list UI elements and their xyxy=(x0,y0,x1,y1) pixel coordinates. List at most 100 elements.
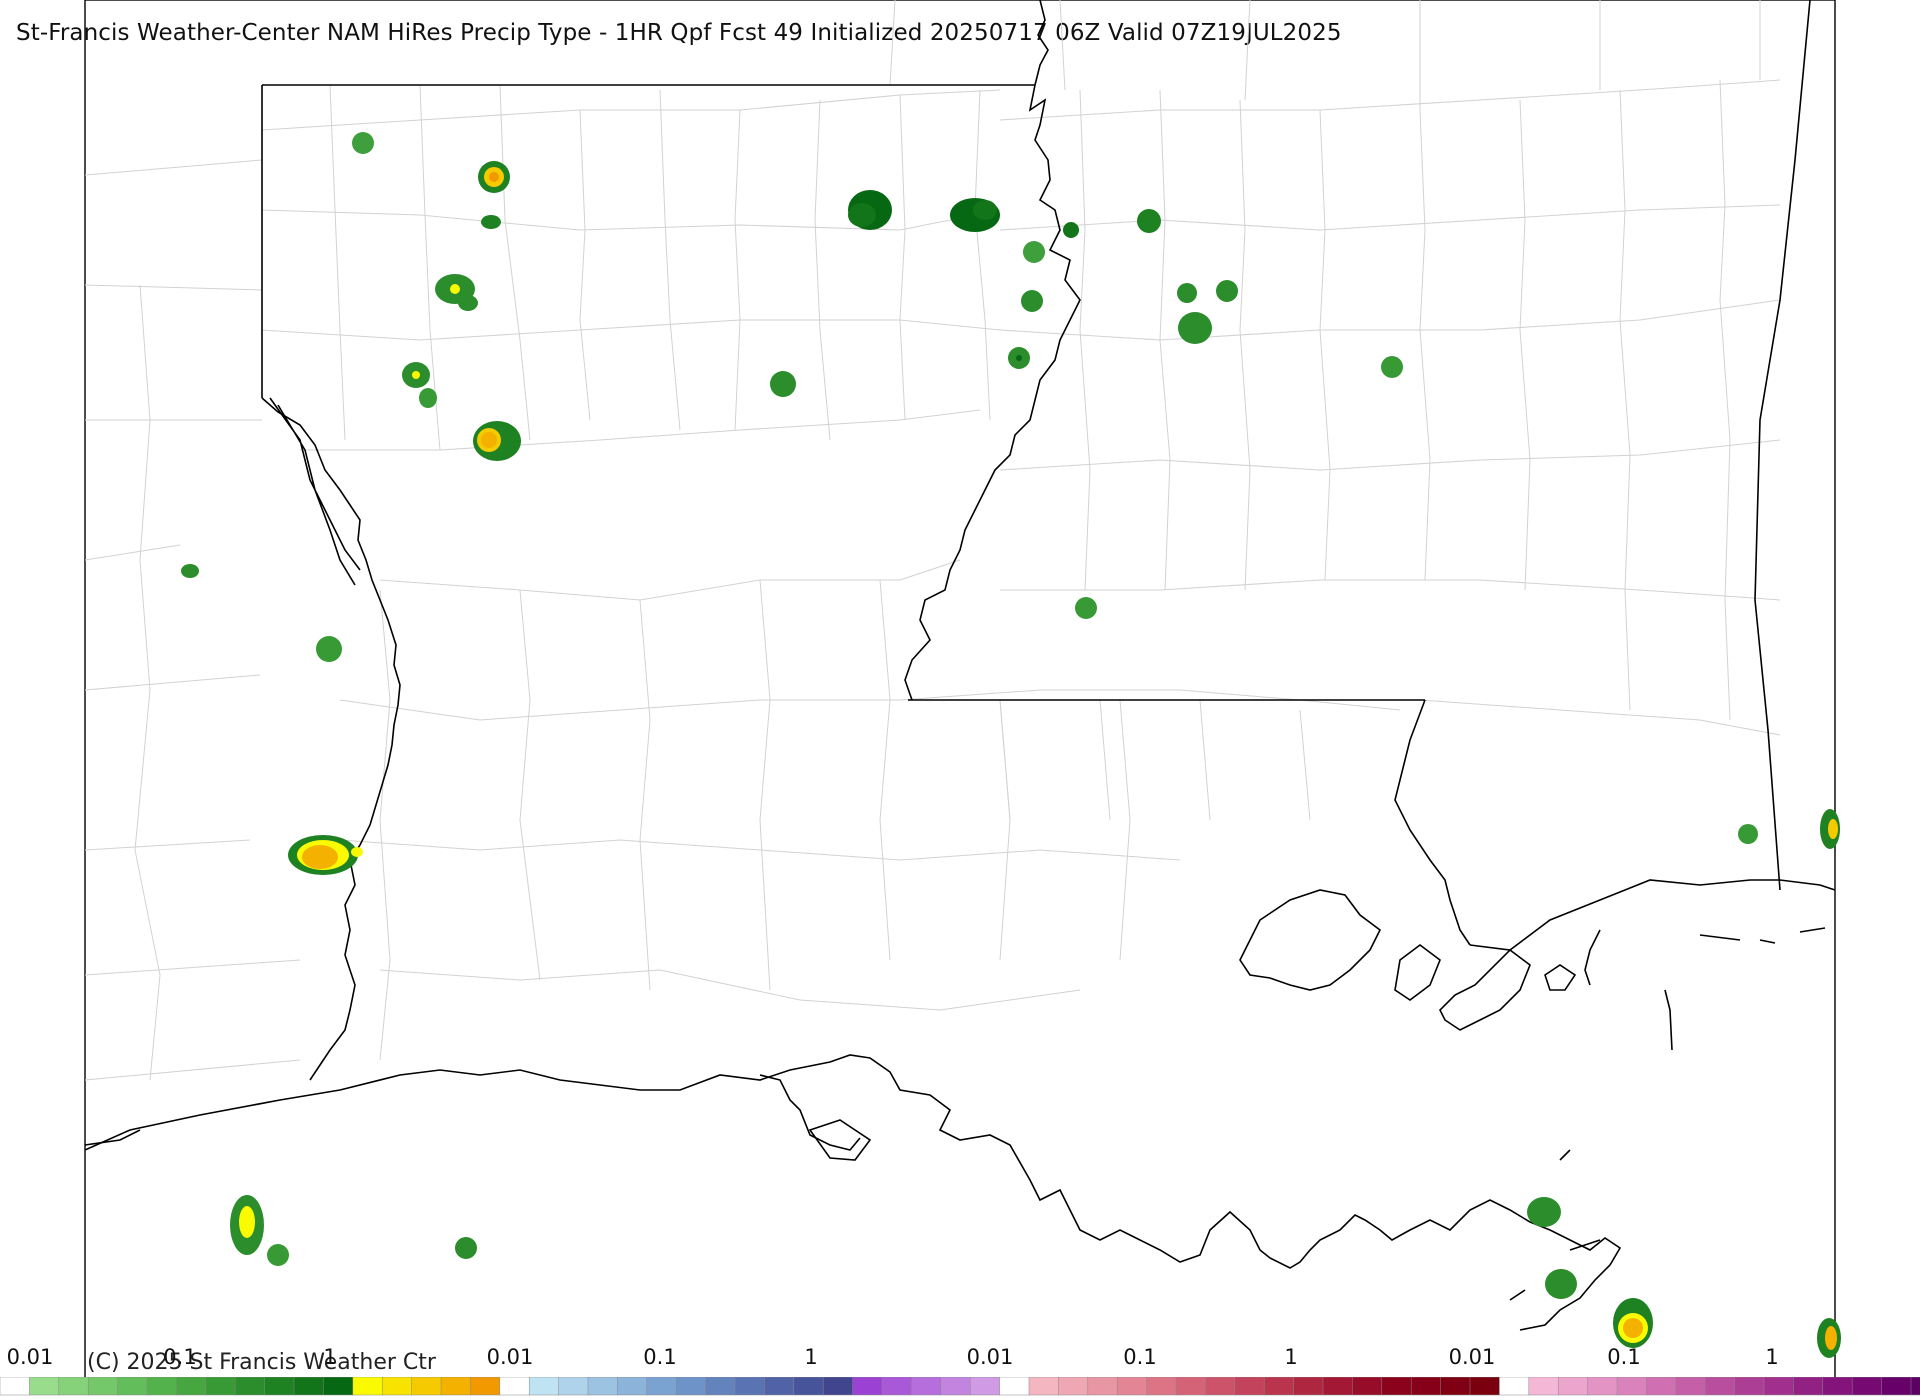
legend-swatch-snow xyxy=(969,1377,1001,1396)
legend-swatch-rain xyxy=(293,1377,325,1396)
legend-swatch-freezing-rain xyxy=(1058,1377,1089,1396)
legend-swatch-rain xyxy=(470,1377,501,1396)
legend-swatch-snow xyxy=(793,1377,824,1396)
legend-swatch-rain xyxy=(264,1377,295,1396)
legend-label: 1 xyxy=(1765,1345,1779,1369)
legend-swatch-rain xyxy=(205,1377,236,1396)
legend-swatch-freezing-rain xyxy=(1440,1377,1471,1396)
legend-swatch-ice-pellets xyxy=(1616,1377,1648,1396)
legend-swatch-snow xyxy=(675,1377,707,1396)
legend-swatch-rain xyxy=(352,1377,383,1396)
precip-cell xyxy=(352,132,374,154)
legend-swatch-snow xyxy=(764,1377,795,1396)
legend-swatch-freezing-rain xyxy=(1234,1377,1265,1396)
legend-swatch-rain xyxy=(176,1377,207,1396)
legend-swatch-snow xyxy=(499,1377,530,1396)
legend-swatch-ice-pellets xyxy=(1763,1377,1795,1396)
legend-swatch-snow xyxy=(617,1377,648,1396)
legend-swatch-rain xyxy=(29,1377,60,1396)
legend-swatch-freezing-rain xyxy=(1146,1377,1177,1396)
legend-label: 0.1 xyxy=(1123,1345,1157,1369)
legend-swatch-rain xyxy=(411,1377,442,1396)
legend-label: 1 xyxy=(804,1345,818,1369)
legend-swatch-rain xyxy=(87,1377,119,1396)
precip-cell xyxy=(478,161,510,193)
legend-swatch-freezing-rain xyxy=(1087,1377,1118,1396)
precip-cell xyxy=(1023,241,1045,263)
legend-swatch-freezing-rain xyxy=(1028,1377,1060,1396)
legend-swatch-snow xyxy=(822,1377,854,1396)
legend-swatch-snow xyxy=(587,1377,619,1396)
legend-swatch-ice-pellets xyxy=(1734,1377,1765,1396)
legend-label: 1 xyxy=(1284,1345,1298,1369)
precip-cell xyxy=(267,1244,289,1266)
legend-swatch-ice-pellets xyxy=(1528,1377,1559,1396)
legend-swatch-snow xyxy=(705,1377,736,1396)
precip-cell xyxy=(1381,356,1403,378)
legend-swatch-freezing-rain xyxy=(1263,1377,1295,1396)
legend-swatch-ice-pellets xyxy=(1881,1377,1912,1396)
legend-swatch-ice-pellets xyxy=(1793,1377,1824,1396)
legend-label: 1 xyxy=(323,1345,337,1369)
legend-swatch-freezing-rain xyxy=(1381,1377,1412,1396)
precip-cell xyxy=(1820,809,1840,849)
legend-swatch-freezing-rain xyxy=(1322,1377,1354,1396)
legend-label: 0.01 xyxy=(486,1345,534,1369)
precip-cell xyxy=(1613,1298,1653,1348)
legend-color-bar xyxy=(0,1377,1920,1396)
precip-cell xyxy=(848,190,892,230)
legend-swatch-rain xyxy=(440,1377,472,1396)
legend-swatch-freezing-rain xyxy=(1410,1377,1442,1396)
precip-cell xyxy=(1817,1318,1841,1358)
legend-swatch-rain xyxy=(58,1377,89,1396)
legend-label: 0.1 xyxy=(643,1345,677,1369)
legend-swatch-ice-pellets xyxy=(1587,1377,1618,1396)
legend-swatch-freezing-rain xyxy=(1175,1377,1207,1396)
precip-cell xyxy=(455,1237,477,1259)
legend-swatch-snow xyxy=(646,1377,677,1396)
legend-swatch-rain xyxy=(146,1377,178,1396)
legend-swatch-ice-pellets xyxy=(1704,1377,1736,1396)
legend-label: 0.01 xyxy=(6,1345,54,1369)
legend-swatch-ice-pellets xyxy=(1910,1377,1920,1396)
precip-cell xyxy=(1545,1269,1577,1299)
legend-label: 0.1 xyxy=(1607,1345,1641,1369)
legend-swatch-snow xyxy=(881,1377,913,1396)
precip-cell xyxy=(1738,824,1758,844)
precip-cell xyxy=(481,215,501,229)
precip-cell xyxy=(316,636,342,662)
legend-swatch-rain xyxy=(381,1377,413,1396)
precip-cell xyxy=(1021,290,1043,312)
precip-cell xyxy=(230,1195,264,1255)
legend-swatch-ice-pellets xyxy=(1822,1377,1853,1396)
legend-swatch-freezing-rain xyxy=(1352,1377,1383,1396)
legend-swatch-ice-pellets xyxy=(1499,1377,1530,1396)
precip-cell xyxy=(1075,597,1097,619)
precip-cell xyxy=(473,421,521,461)
precip-cell xyxy=(1177,283,1197,303)
precip-cells xyxy=(181,132,1841,1358)
legend-swatch-ice-pellets xyxy=(1675,1377,1706,1396)
state-boundaries xyxy=(84,0,1836,1331)
legend-swatch-ice-pellets xyxy=(1557,1377,1589,1396)
legend-swatch-ice-pellets xyxy=(1851,1377,1883,1396)
precip-cell xyxy=(435,274,478,311)
legend-swatch-snow xyxy=(558,1377,589,1396)
legend-swatch-snow xyxy=(734,1377,766,1396)
legend-label: 0.1 xyxy=(163,1345,197,1369)
legend-swatch-freezing-rain xyxy=(1469,1377,1501,1396)
legend-swatch-snow xyxy=(940,1377,971,1396)
legend-swatch-snow xyxy=(852,1377,883,1396)
legend-swatch-freezing-rain xyxy=(1116,1377,1148,1396)
legend-swatch-snow xyxy=(528,1377,560,1396)
precip-cell xyxy=(1178,312,1212,344)
precip-cell xyxy=(1008,347,1030,369)
precip-cell xyxy=(770,371,796,397)
precip-cell xyxy=(950,198,1000,232)
precip-cell xyxy=(402,362,437,408)
legend-swatch-snow xyxy=(911,1377,942,1396)
copyright-notice: (C) 2025 St Francis Weather Ctr xyxy=(87,1350,436,1375)
precip-cell xyxy=(181,564,199,578)
precip-cell xyxy=(1527,1197,1561,1227)
precip-cell xyxy=(1216,280,1238,302)
